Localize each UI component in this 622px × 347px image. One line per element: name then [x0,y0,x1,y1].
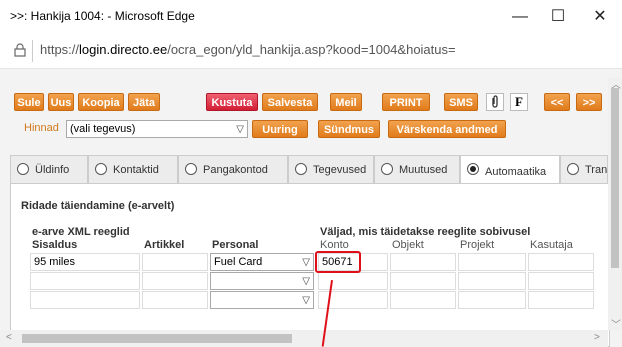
column-header: Objekt [392,239,424,251]
artikkel-input[interactable] [142,272,208,290]
kasutaja-input[interactable] [528,291,594,309]
personal-value: Fuel Card [214,256,263,268]
jata-button[interactable]: Jäta [128,93,160,111]
prev-record-button[interactable]: << [544,93,570,111]
column-header: Kasutaja [530,239,573,251]
attachment-icon[interactable] [486,93,504,111]
tegevus-select[interactable]: (vali tegevus) ▽ [66,120,248,138]
uus-button[interactable]: Uus [48,93,74,111]
radio-icon [95,163,107,175]
url-text[interactable]: https://login.directo.ee/ocra_egon/yld_h… [40,42,456,57]
tab-label: Tran [585,164,608,176]
chevron-down-icon: ▽ [302,295,310,306]
tab-pangakontod[interactable]: Pangakontod [178,155,288,183]
objekt-input[interactable] [390,291,456,309]
konto-input[interactable] [318,272,388,290]
personal-select[interactable]: Fuel Card ▽ [210,253,314,271]
koopia-button[interactable]: Koopia [78,93,124,111]
hinnad-label: Hinnad [24,122,59,134]
print-button[interactable]: PRINT [382,93,430,111]
kasutaja-input[interactable] [528,272,594,290]
objekt-input[interactable] [390,253,456,271]
next-record-button[interactable]: >> [576,93,602,111]
radio-icon [381,163,393,175]
tegevus-value: (vali tegevus) [70,123,136,135]
radio-selected-icon [467,163,479,175]
column-header: Personal [212,239,259,251]
tab-tegevused[interactable]: Tegevused [288,155,374,183]
projekt-input[interactable] [458,291,526,309]
tab-label: Üldinfo [35,164,70,176]
column-header: Sisaldus [32,239,78,251]
window-title: >>: Hankija 1004: - Microsoft Edge [10,9,195,23]
kasutaja-input[interactable] [528,253,594,271]
sisaldus-input[interactable] [30,272,140,290]
tab-label: Pangakontod [203,164,268,176]
tab-label: Tegevused [313,164,367,176]
sisaldus-input[interactable] [30,291,140,309]
scroll-down-icon[interactable]: ﹀ [611,316,621,331]
konto-highlight [315,251,361,273]
minimize-button[interactable]: — [500,4,540,30]
scroll-right-icon[interactable]: > [594,332,600,343]
salvesta-button[interactable]: Salvesta [262,93,318,111]
chevron-down-icon: ▽ [236,124,244,135]
projekt-input[interactable] [458,253,526,271]
tab-kontaktid[interactable]: Kontaktid [88,155,178,183]
tab-tran[interactable]: Tran [560,155,608,183]
tab-automaatika[interactable]: Automaatika [460,155,560,185]
artikkel-input[interactable] [142,291,208,309]
projekt-input[interactable] [458,272,526,290]
close-button[interactable]: ✕ [580,4,620,30]
address-bar[interactable]: https://login.directo.ee/ocra_egon/yld_h… [0,34,622,69]
varskenda-andmed-button[interactable]: Värskenda andmed [388,120,506,138]
radio-icon [567,163,579,175]
sisaldus-input[interactable]: 95 miles [30,253,140,271]
column-header: Konto [320,239,349,251]
tab-label: Automaatika [485,166,547,178]
column-header: Artikkel [144,239,185,251]
personal-select[interactable]: ▽ [210,291,314,309]
sule-button[interactable]: Sule [14,93,44,111]
tab-muutused[interactable]: Muutused [374,155,460,183]
radio-icon [17,163,29,175]
vertical-scroll-thumb[interactable] [611,88,619,268]
group-header-fields: Väljad, mis täidetakse reeglite sobivuse… [320,226,531,238]
chevron-down-icon: ▽ [302,257,310,268]
radio-icon [295,163,307,175]
maximize-button[interactable]: ☐ [538,4,578,30]
artikkel-input[interactable] [142,253,208,271]
section-title: Ridade täiendamine (e-arvelt) [21,200,175,212]
column-header: Projekt [460,239,495,251]
horizontal-scroll-thumb[interactable] [22,334,292,343]
lock-icon [14,43,26,57]
personal-select[interactable]: ▽ [210,272,314,290]
objekt-input[interactable] [390,272,456,290]
sms-button[interactable]: SMS [444,93,478,111]
radio-icon [185,163,197,175]
tab-uldinfo[interactable]: Üldinfo [10,155,88,183]
tab-label: Muutused [399,164,448,176]
window-titlebar: >>: Hankija 1004: - Microsoft Edge — ☐ ✕ [0,0,622,34]
f-icon[interactable]: F [510,93,528,111]
chevron-down-icon: ▽ [302,276,310,287]
address-separator [32,40,33,62]
group-header-xml: e-arve XML reeglid [32,226,130,238]
vertical-scrollbar[interactable]: ︿ ﹀ [608,78,622,331]
meil-button[interactable]: Meil [330,93,362,111]
scroll-left-icon[interactable]: < [6,332,12,343]
tab-label: Kontaktid [113,164,159,176]
syndmus-button[interactable]: Sündmus [318,120,380,138]
horizontal-scrollbar[interactable]: < > [0,330,608,347]
uuring-button[interactable]: Uuring [252,120,308,138]
kustuta-button[interactable]: Kustuta [206,93,258,111]
